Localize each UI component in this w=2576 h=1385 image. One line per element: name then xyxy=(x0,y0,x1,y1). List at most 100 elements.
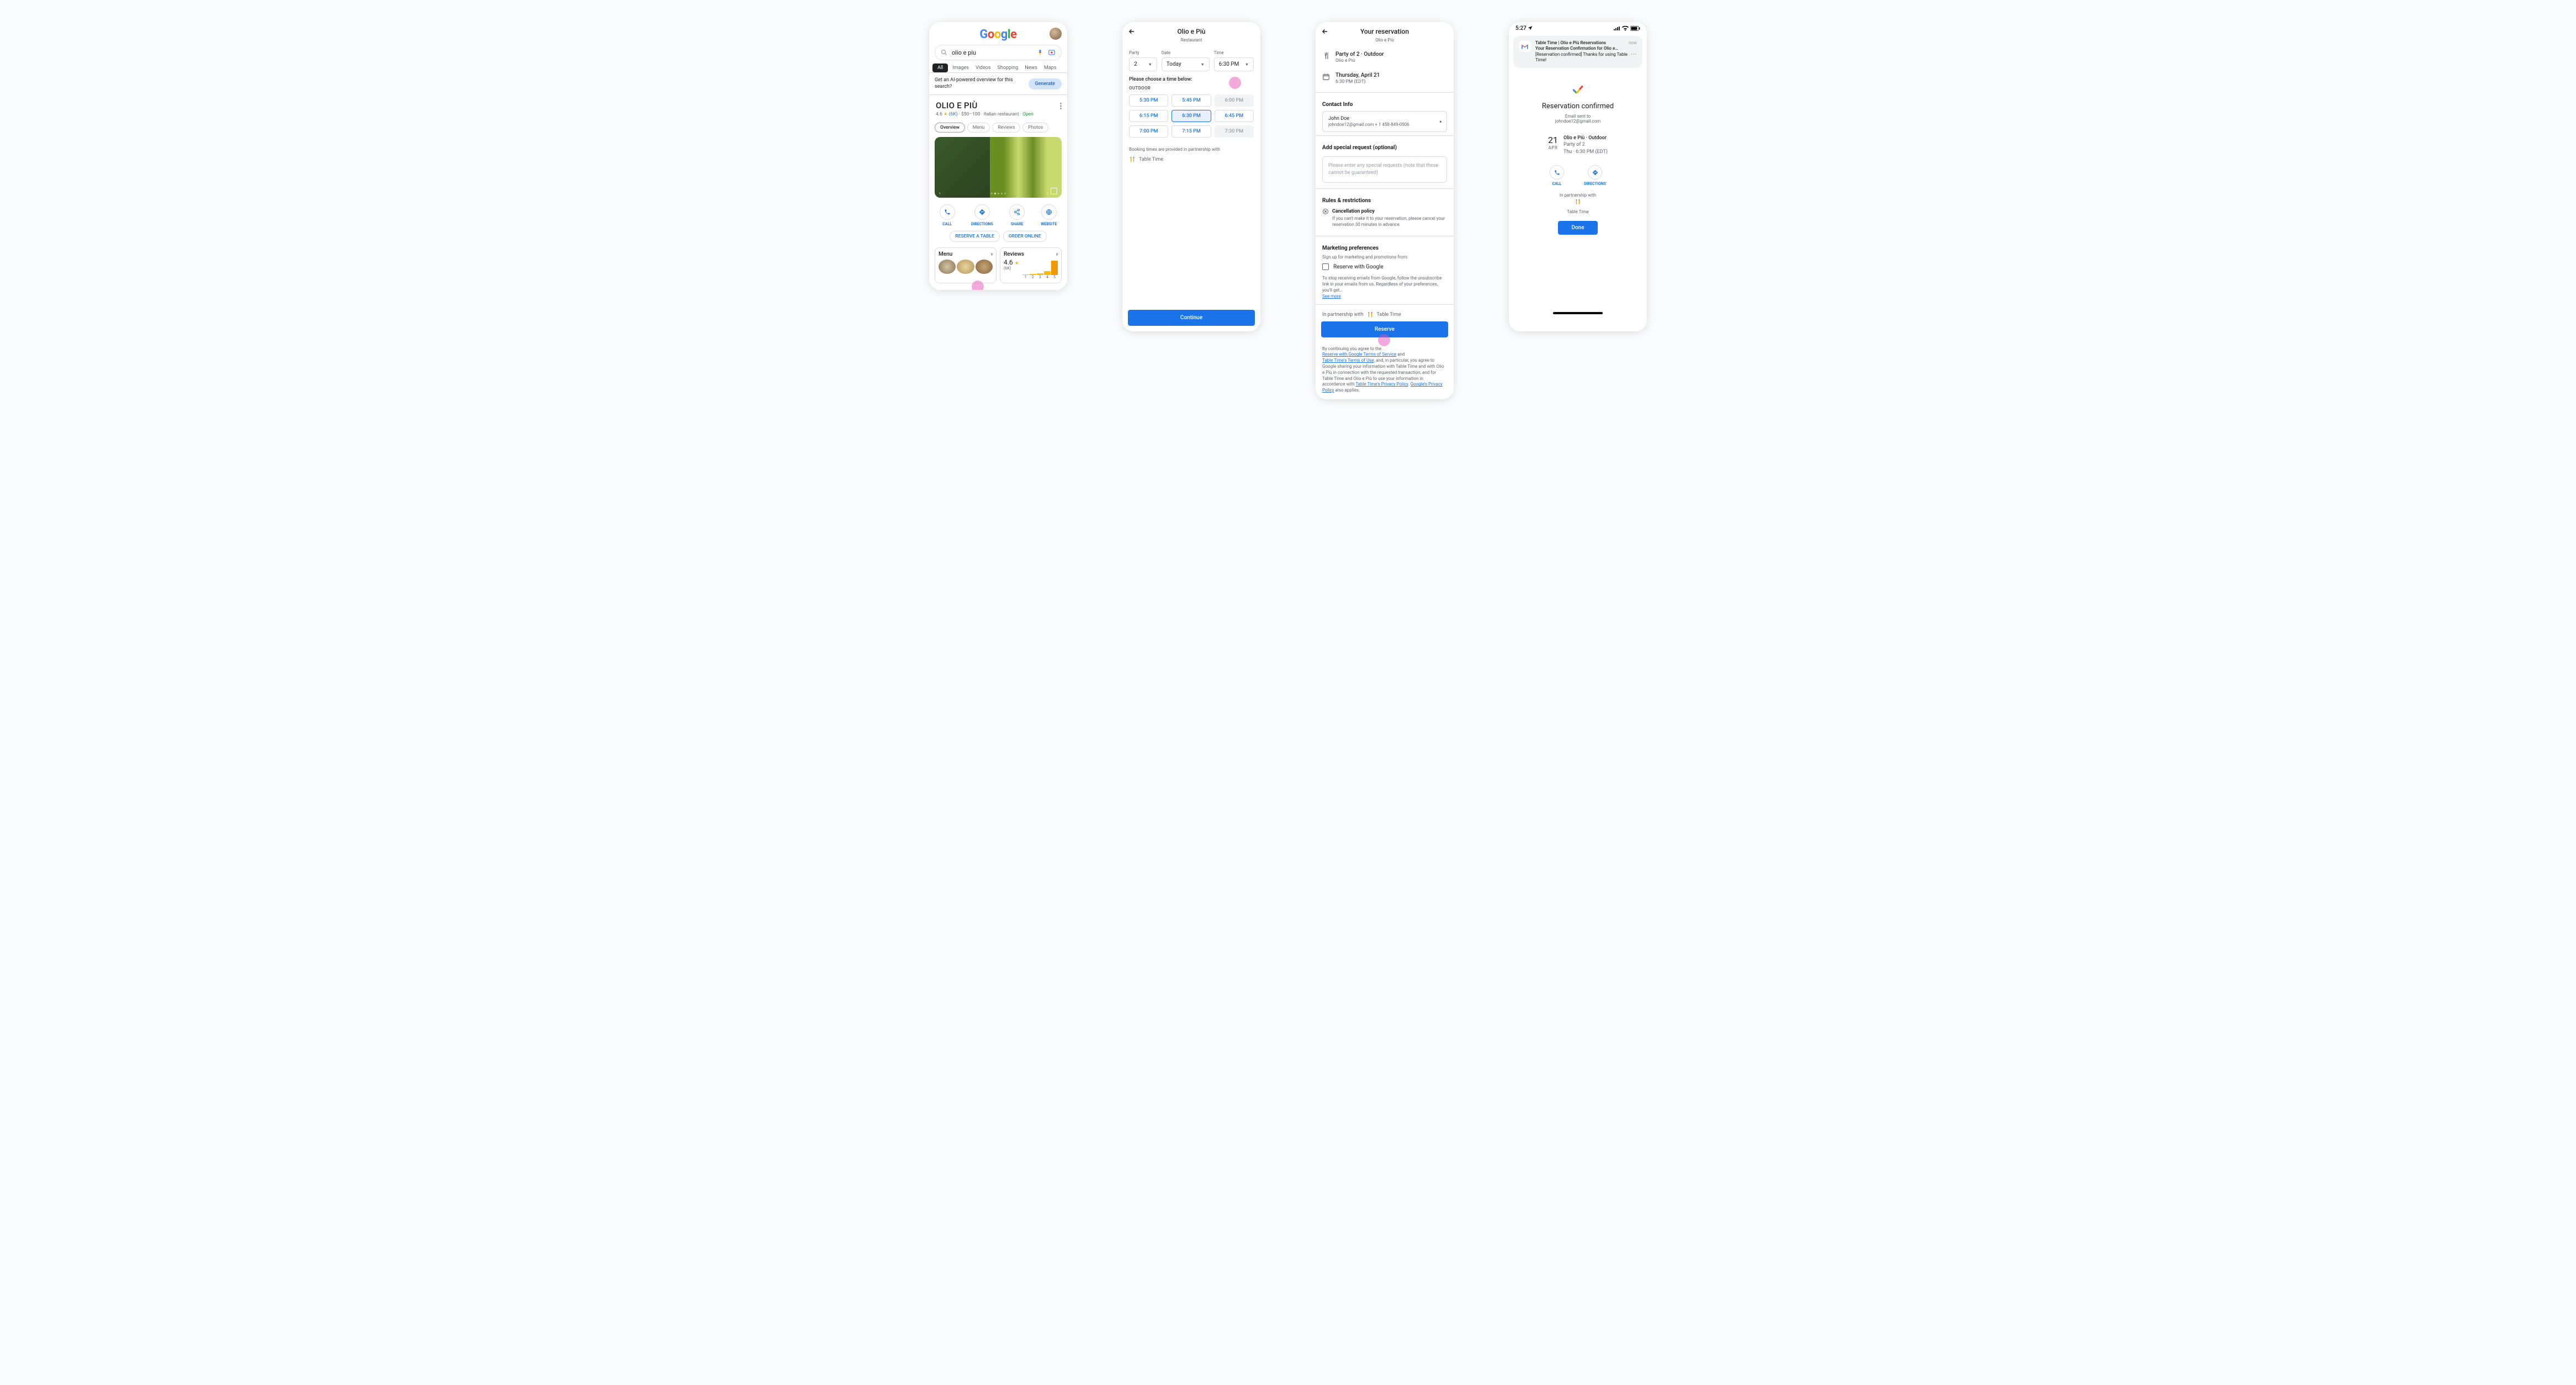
date-select[interactable]: Today▼ xyxy=(1162,57,1210,71)
time-slot[interactable]: 5:30 PM xyxy=(1129,94,1168,107)
time-slot-selected[interactable]: 6:30 PM xyxy=(1172,110,1211,122)
knowledge-panel: OLIO E PIÙ 4.6 ★ (6K) · $50–100 · Italia… xyxy=(929,95,1067,119)
reserve-table-button[interactable]: RESERVE A TABLE xyxy=(950,231,1000,242)
rules-header: Rules & restrictions xyxy=(1316,192,1454,207)
done-button[interactable]: Done xyxy=(1558,221,1597,235)
see-more-link[interactable]: See more xyxy=(1322,294,1341,299)
tab-all[interactable]: All xyxy=(932,64,948,72)
contact-card[interactable]: John Doe johndoe12@gmail.com + 1 458-849… xyxy=(1322,111,1447,132)
status-bar: 5:27 xyxy=(1509,22,1647,35)
gmail-icon xyxy=(1519,40,1531,52)
reserve-button[interactable]: Reserve xyxy=(1321,321,1448,337)
photo-carousel[interactable]: ‹ › xyxy=(935,137,1062,198)
screen-reservation-details: Your reservation Olio e Più Party of 2 ·… xyxy=(1316,22,1454,399)
party-select[interactable]: 2▼ xyxy=(1129,57,1157,71)
agree-text: By continuing you agree to the Reserve w… xyxy=(1316,343,1454,399)
location-arrow-icon xyxy=(1528,25,1533,30)
lens-icon[interactable] xyxy=(1048,49,1056,56)
screen-confirmation: 5:27 Table Time | Olio e Più Reservation… xyxy=(1509,22,1647,331)
page-title: Your reservation xyxy=(1333,28,1436,35)
screen-time-select: Olio e Più Restaurant Party2▼ DateToday▼… xyxy=(1122,22,1260,331)
notification-banner[interactable]: Table Time | Olio e Più Reservationsnow … xyxy=(1513,36,1642,68)
time-slot[interactable]: 7:00 PM xyxy=(1129,125,1168,138)
wifi-icon xyxy=(1622,26,1629,31)
partnership-note: Booking times are provided in partnershi… xyxy=(1122,139,1260,154)
tab-images[interactable]: Images xyxy=(950,64,971,72)
globe-icon xyxy=(1046,209,1052,215)
tab-maps[interactable]: Maps xyxy=(1042,64,1058,72)
tt-privacy-link[interactable]: Table Time's Privacy Policy xyxy=(1355,382,1408,387)
order-online-button[interactable]: ORDER ONLINE xyxy=(1003,231,1047,242)
home-indicator[interactable] xyxy=(1553,312,1603,314)
tab-videos[interactable]: Videos xyxy=(973,64,993,72)
website-action[interactable]: WEBSITE xyxy=(1041,204,1057,226)
continue-button[interactable]: Continue xyxy=(1128,310,1255,326)
ai-overview-text: Get an AI-powered overview for this sear… xyxy=(935,77,1017,90)
marketing-header: Marketing preferences xyxy=(1316,240,1454,255)
directions-action[interactable]: DIRECTIONS xyxy=(1584,165,1606,186)
chevron-right-icon: › xyxy=(1056,251,1058,257)
datetime-row: Thursday, April 216:30 PM (EDT) xyxy=(1316,68,1454,89)
phone-icon xyxy=(1554,170,1560,176)
marketing-fine-print: To stop receiving emails from Google, fo… xyxy=(1316,272,1454,300)
marketing-checkbox[interactable]: Reserve with Google xyxy=(1316,261,1454,272)
directions-icon xyxy=(1592,170,1598,176)
kp-tab-reviews[interactable]: Reviews xyxy=(992,123,1020,133)
screen-search-results: Google olio e piu All Images Videos Shop… xyxy=(929,22,1067,290)
confirm-check-icon xyxy=(1509,69,1647,102)
time-slot-disabled: 6:00 PM xyxy=(1215,94,1254,107)
kp-tabs: Overview Menu Reviews Photos xyxy=(929,119,1067,137)
rwg-tos-link[interactable]: Reserve with Google Terms of Service xyxy=(1322,352,1396,357)
checkbox-icon xyxy=(1322,263,1329,270)
chevron-right-icon: ▸ xyxy=(1440,119,1442,124)
chevron-down-icon: ▼ xyxy=(1148,62,1152,67)
back-icon[interactable] xyxy=(1128,28,1136,35)
search-query: olio e piu xyxy=(952,49,1032,56)
table-time-icon xyxy=(1575,199,1581,205)
time-slot[interactable]: 7:15 PM xyxy=(1172,125,1211,138)
special-request-input[interactable]: Please enter any special requests (note … xyxy=(1322,156,1447,183)
more-options-icon[interactable] xyxy=(1060,103,1062,109)
partner-name: Table Time xyxy=(1509,207,1647,215)
time-slot[interactable]: 6:45 PM xyxy=(1215,110,1254,122)
avatar[interactable] xyxy=(1050,28,1062,40)
mic-icon[interactable] xyxy=(1037,49,1043,56)
back-icon[interactable] xyxy=(1321,28,1329,35)
partner-name: Table Time xyxy=(1377,312,1401,318)
flow-arrows xyxy=(0,22,166,105)
ai-overview-prompt: Get an AI-powered overview for this sear… xyxy=(929,72,1067,95)
reservation-summary: 21APR Olio e Più · OutdoorParty of 2Thu … xyxy=(1509,124,1647,159)
search-bar[interactable]: olio e piu xyxy=(935,45,1062,60)
time-slot-disabled: 7:30 PM xyxy=(1215,125,1254,138)
kp-tab-menu[interactable]: Menu xyxy=(967,123,990,133)
kp-tab-photos[interactable]: Photos xyxy=(1022,123,1048,133)
directions-action[interactable]: DIRECTIONS xyxy=(971,204,993,226)
reviews-card[interactable]: Reviews› 4.6 ★(6K) 12345 xyxy=(1000,247,1062,283)
calendar-icon xyxy=(1322,73,1330,81)
signal-icon xyxy=(1614,26,1620,31)
time-select[interactable]: 6:30 PM▼ xyxy=(1214,57,1254,71)
search-icon xyxy=(941,49,947,56)
review-count-link[interactable]: (6K) xyxy=(949,112,958,117)
phone-icon xyxy=(944,209,951,215)
party-row: Party of 2 · OutdoorOlio e Più xyxy=(1316,47,1454,68)
share-action[interactable]: SHARE xyxy=(1009,204,1025,226)
table-time-icon xyxy=(1129,156,1136,163)
place-name: OLIO E PIÙ xyxy=(936,101,1061,110)
google-logo: Google xyxy=(929,22,1067,45)
tt-tos-link[interactable]: Table Time's Terms of Use xyxy=(1322,358,1374,363)
special-request-header: Add special request (optional) xyxy=(1316,139,1454,154)
kp-tab-overview[interactable]: Overview xyxy=(935,123,965,133)
tab-shopping[interactable]: Shopping xyxy=(995,64,1021,72)
call-action[interactable]: CALL xyxy=(1550,165,1564,186)
time-slot[interactable]: 5:45 PM xyxy=(1172,94,1211,107)
call-action[interactable]: CALL xyxy=(940,204,955,226)
partnership-note: In partnership with xyxy=(1509,191,1647,199)
contact-info-header: Contact Info xyxy=(1316,96,1454,111)
time-slot[interactable]: 6:15 PM xyxy=(1129,110,1168,122)
confirm-message: Reservation confirmed Email sent to john… xyxy=(1509,102,1647,124)
menu-card[interactable]: Menu› xyxy=(935,247,997,283)
tab-news[interactable]: News xyxy=(1022,64,1040,72)
generate-button[interactable]: Generate xyxy=(1029,78,1062,89)
cancel-icon xyxy=(1322,208,1329,215)
